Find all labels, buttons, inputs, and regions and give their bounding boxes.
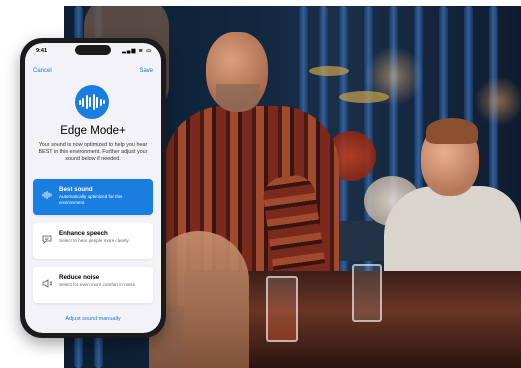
option-subtitle: Select to hear people more clearly [59,238,129,243]
option-title: Enhance speech [59,230,108,237]
option-subtitle: Select for even more comfort in noise [59,282,136,287]
phone-device: 9:41 ▂▄▆ ≋ ▭ Cancel Save Edge Mode+ Your… [20,38,166,338]
speech-bubble-icon [41,235,53,246]
speaker-icon [41,279,53,290]
save-button[interactable]: Save [139,68,153,74]
status-time: 9:41 [36,48,48,54]
status-bar: 9:41 ▂▄▆ ≋ ▭ [25,43,161,59]
option-subtitle: Automatically optimized for this environ… [59,194,123,205]
app-screen: 9:41 ▂▄▆ ≋ ▭ Cancel Save Edge Mode+ Your… [25,43,161,333]
page-description: Your sound is now optimized to help you … [38,142,148,163]
option-enhance-speech[interactable]: Enhance speech Select to hear people mor… [33,223,153,259]
option-title: Reduce noise [59,274,100,281]
status-icons: ▂▄▆ ≋ ▭ [122,48,152,54]
waveform-icon [41,191,53,201]
option-title: Best sound [59,186,93,193]
page-title: Edge Mode+ [60,125,126,137]
phone-notch [75,45,111,55]
option-reduce-noise[interactable]: Reduce noise Select for even more comfor… [33,267,153,303]
option-best-sound[interactable]: Best sound Automatically optimized for t… [33,179,153,215]
waveform-icon [75,85,109,119]
cancel-button[interactable]: Cancel [33,68,52,74]
adjust-sound-manually-link[interactable]: Adjust sound manually [25,316,161,322]
